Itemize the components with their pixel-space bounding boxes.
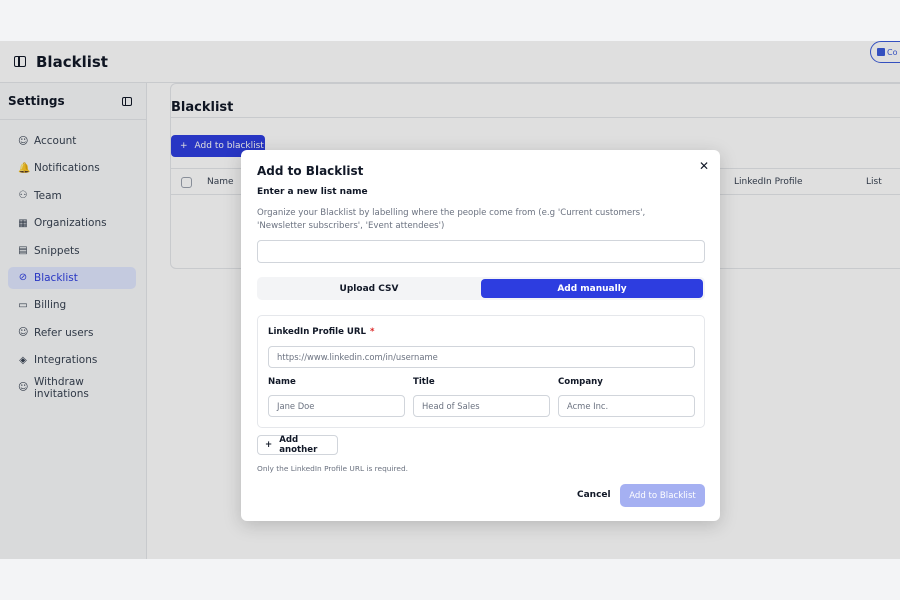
name-input[interactable]: Jane Doe	[268, 395, 405, 417]
dialog-title: Add to Blacklist	[257, 164, 364, 178]
add-another-button[interactable]: + Add another	[257, 435, 338, 455]
company-label: Company	[558, 377, 603, 387]
mode-tabs: Upload CSV Add manually	[257, 277, 705, 300]
close-icon[interactable]: ✕	[699, 159, 709, 173]
tab-add-manually[interactable]: Add manually	[481, 279, 703, 298]
linkedin-url-input[interactable]: https://www.linkedin.com/in/username	[268, 346, 695, 368]
list-name-label: Enter a new list name	[257, 187, 368, 197]
tab-upload-csv[interactable]: Upload CSV	[257, 279, 481, 298]
title-input[interactable]: Head of Sales	[413, 395, 550, 417]
person-entry: LinkedIn Profile URL * https://www.linked…	[257, 315, 705, 428]
submit-button[interactable]: Add to Blacklist	[620, 484, 705, 507]
name-label: Name	[268, 377, 296, 387]
list-name-help: Organize your Blacklist by labelling whe…	[257, 208, 646, 231]
linkedin-url-label: LinkedIn Profile URL *	[268, 327, 375, 337]
required-note: Only the LinkedIn Profile URL is require…	[257, 464, 408, 473]
add-to-blacklist-dialog: ✕ Add to Blacklist Enter a new list name…	[241, 150, 720, 521]
company-input[interactable]: Acme Inc.	[558, 395, 695, 417]
required-mark: *	[369, 327, 375, 337]
title-label: Title	[413, 377, 435, 387]
plus-icon: +	[265, 440, 273, 450]
cancel-button[interactable]: Cancel	[577, 490, 611, 500]
list-name-input[interactable]	[257, 240, 705, 263]
